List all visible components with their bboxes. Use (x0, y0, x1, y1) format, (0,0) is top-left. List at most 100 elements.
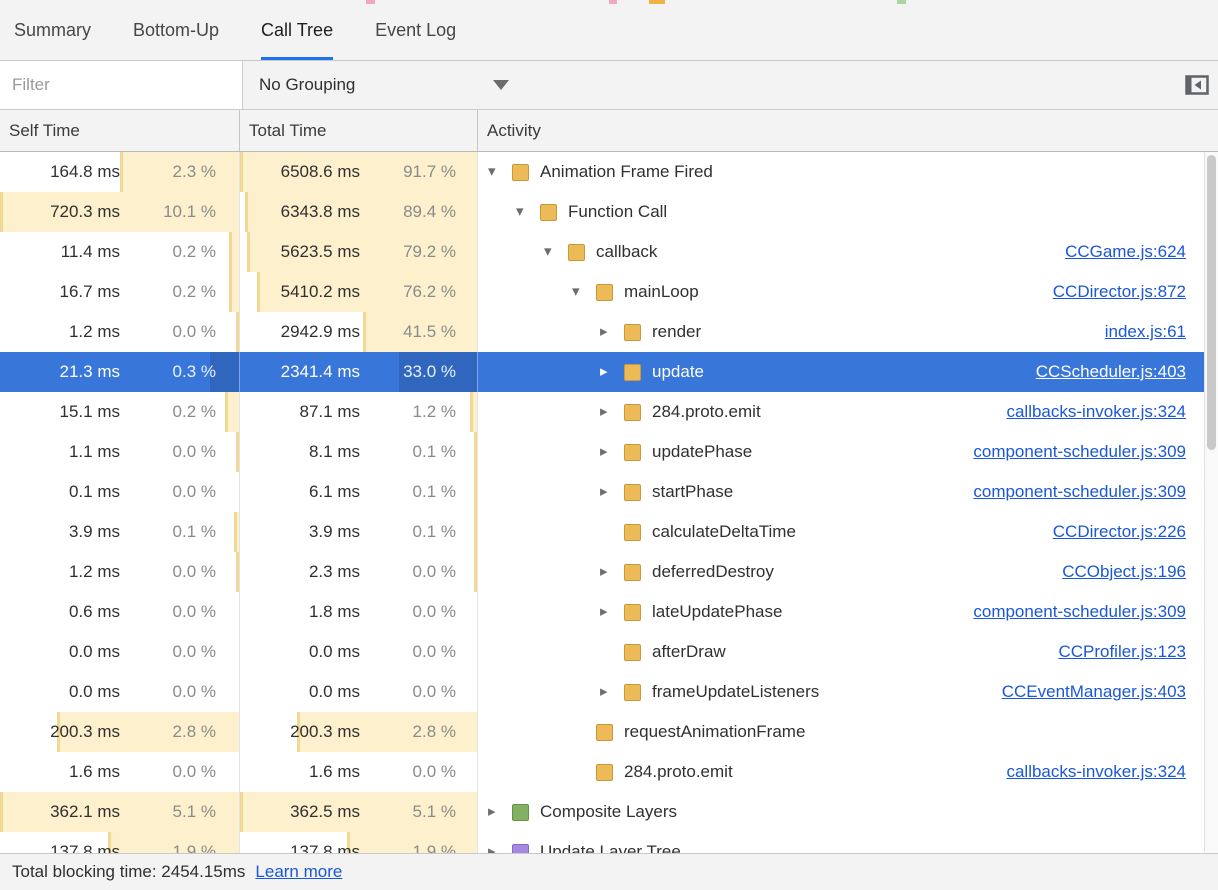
table-row[interactable]: 16.7 ms0.2 %5410.2 ms76.2 %▾mainLoopCCDi… (0, 272, 1204, 312)
table-row[interactable]: 0.1 ms0.0 %6.1 ms0.1 %▸startPhasecompone… (0, 472, 1204, 512)
table-row[interactable]: 0.0 ms0.0 %0.0 ms0.0 %afterDrawCCProfile… (0, 632, 1204, 672)
disclosure-triangle-icon[interactable]: ▸ (600, 392, 624, 432)
source-link[interactable]: callbacks-invoker.js:324 (1006, 752, 1186, 792)
source-link[interactable]: CCObject.js:196 (1062, 552, 1186, 592)
self-time-value: 720.3 ms (0, 192, 120, 232)
activity-cell: ▾Function Call (478, 192, 1204, 232)
source-link[interactable]: component-scheduler.js:309 (973, 432, 1186, 472)
disclosure-triangle-icon[interactable]: ▸ (600, 312, 624, 352)
table-row[interactable]: 0.0 ms0.0 %0.0 ms0.0 %▸frameUpdateListen… (0, 672, 1204, 712)
activity-cell: ▸ render index.js:61 (478, 312, 1204, 352)
disclosure-triangle-icon[interactable]: ▾ (488, 152, 512, 192)
disclosure-triangle-icon[interactable]: ▸ (488, 832, 512, 853)
status-bar: Total blocking time: 2454.15ms Learn mor… (0, 853, 1218, 890)
self-time-percent: 5.1 % (120, 792, 216, 832)
disclosure-triangle-icon[interactable]: ▸ (600, 672, 624, 712)
source-link[interactable]: CCProfiler.js:123 (1058, 632, 1186, 672)
column-header-activity[interactable]: Activity (478, 110, 1218, 151)
category-swatch-icon (596, 724, 613, 741)
source-link[interactable]: component-scheduler.js:309 (973, 592, 1186, 632)
source-link[interactable]: component-scheduler.js:309 (973, 472, 1186, 512)
table-row[interactable]: 21.3 ms0.3 %2341.4 ms33.0 %▸updateCCSche… (0, 352, 1204, 392)
grouping-select[interactable]: No Grouping (243, 61, 525, 109)
activity-cell: ▸284.proto.emitcallbacks-invoker.js:324 (478, 392, 1204, 432)
vertical-scrollbar[interactable] (1204, 152, 1218, 853)
disclosure-triangle-icon[interactable]: ▸ (600, 592, 624, 632)
category-swatch-icon (540, 204, 557, 221)
total-time-percent: 33.0 % (360, 352, 456, 392)
self-time-percent: 0.3 % (120, 352, 216, 392)
source-link[interactable]: callbacks-invoker.js:324 (1006, 392, 1186, 432)
scrollbar-thumb[interactable] (1207, 155, 1216, 450)
category-swatch-icon (624, 484, 641, 501)
activity-label: render (652, 312, 701, 352)
table-row[interactable]: 1.2 ms0.0 %2942.9 ms41.5 % ▸ render index.j… (0, 312, 1204, 352)
activity-label: startPhase (652, 472, 733, 512)
disclosure-triangle-icon[interactable]: ▾ (516, 192, 540, 232)
disclosure-triangle-icon[interactable]: ▸ (600, 472, 624, 512)
self-time-cell: 137.8 ms1.9 % (0, 832, 240, 853)
self-time-value: 0.6 ms (0, 592, 120, 632)
activity-label: Composite Layers (540, 792, 677, 832)
self-time-value: 21.3 ms (0, 352, 120, 392)
self-time-percent: 0.1 % (120, 512, 216, 552)
disclosure-triangle-icon[interactable]: ▾ (544, 232, 568, 272)
self-time-percent: 0.2 % (120, 272, 216, 312)
self-time-value: 1.2 ms (0, 312, 120, 352)
total-time-value: 6.1 ms (240, 472, 360, 512)
activity-cell: requestAnimationFrame (478, 712, 1204, 752)
column-header-self-time[interactable]: Self Time (0, 110, 240, 151)
tab-summary[interactable]: Summary (14, 0, 91, 60)
total-time-percent: 0.1 % (360, 472, 456, 512)
table-row[interactable]: 0.6 ms0.0 %1.8 ms0.0 %▸lateUpdatePhaseco… (0, 592, 1204, 632)
self-time-value: 0.0 ms (0, 632, 120, 672)
table-row[interactable]: 15.1 ms0.2 %87.1 ms1.2 %▸284.proto.emitc… (0, 392, 1204, 432)
source-link[interactable]: CCScheduler.js:403 (1036, 352, 1186, 392)
category-swatch-icon (624, 604, 641, 621)
table-row[interactable]: 164.8 ms2.3 %6508.6 ms91.7 %▾Animation F… (0, 152, 1204, 192)
total-time-value: 3.9 ms (240, 512, 360, 552)
table-row[interactable]: 720.3 ms10.1 %6343.8 ms89.4 %▾Function C… (0, 192, 1204, 232)
activity-label: mainLoop (624, 272, 699, 312)
total-time-cell: 2341.4 ms33.0 % (240, 352, 478, 392)
column-header-total-time[interactable]: Total Time (240, 110, 478, 151)
table-row[interactable]: 1.2 ms0.0 %2.3 ms0.0 %▸deferredDestroyCC… (0, 552, 1204, 592)
total-time-cell: 8.1 ms0.1 % (240, 432, 478, 472)
activity-label: lateUpdatePhase (652, 592, 782, 632)
total-time-cell: 137.8 ms1.9 % (240, 832, 478, 853)
tab-bottom-up[interactable]: Bottom-Up (133, 0, 219, 60)
category-swatch-icon (624, 404, 641, 421)
activity-cell: ▸deferredDestroyCCObject.js:196 (478, 552, 1204, 592)
tab-call-tree[interactable]: Call Tree (261, 0, 333, 60)
total-time-value: 5410.2 ms (240, 272, 360, 312)
source-link[interactable]: CCDirector.js:226 (1053, 512, 1186, 552)
disclosure-triangle-icon[interactable]: ▸ (600, 552, 624, 592)
disclosure-triangle-icon[interactable]: ▾ (572, 272, 596, 312)
disclosure-triangle-icon[interactable]: ▸ (488, 792, 512, 832)
disclosure-triangle-icon[interactable]: ▸ (600, 352, 624, 392)
table-row[interactable]: 200.3 ms2.8 %200.3 ms2.8 %requestAnimati… (0, 712, 1204, 752)
tab-event-log[interactable]: Event Log (375, 0, 456, 60)
table-row[interactable]: 11.4 ms0.2 %5623.5 ms79.2 %▾callbackCCGa… (0, 232, 1204, 272)
disclosure-triangle-icon[interactable]: ▸ (600, 432, 624, 472)
panel-tab-strip: Summary Bottom-Up Call Tree Event Log (0, 0, 1218, 61)
total-time-cell: 2942.9 ms41.5 % (240, 312, 478, 352)
learn-more-link[interactable]: Learn more (255, 862, 342, 882)
activity-cell: ▸ Composite Layers (478, 792, 1204, 832)
table-row[interactable]: 3.9 ms0.1 %3.9 ms0.1 %calculateDeltaTime… (0, 512, 1204, 552)
table-row[interactable]: 362.1 ms5.1 %362.5 ms5.1 %▸Composite Lay… (0, 792, 1204, 832)
source-link[interactable]: CCEventManager.js:403 (1002, 672, 1186, 712)
total-time-value: 2341.4 ms (240, 352, 360, 392)
show-heaviest-stack-button[interactable] (1181, 70, 1213, 100)
table-row[interactable]: 1.1 ms0.0 %8.1 ms0.1 %▸updatePhasecompon… (0, 432, 1204, 472)
self-time-value: 164.8 ms (0, 152, 120, 192)
self-time-cell: 1.2 ms0.0 % (0, 312, 240, 352)
timeline-remnant (609, 0, 617, 4)
total-time-percent: 0.1 % (360, 512, 456, 552)
source-link[interactable]: CCGame.js:624 (1065, 232, 1186, 272)
table-row[interactable]: 1.6 ms0.0 %1.6 ms0.0 %284.proto.emitcall… (0, 752, 1204, 792)
source-link[interactable]: CCDirector.js:872 (1053, 272, 1186, 312)
source-link[interactable]: index.js:61 (1105, 312, 1186, 352)
table-row[interactable]: 137.8 ms1.9 %137.8 ms1.9 %▸Update Layer … (0, 832, 1204, 853)
filter-input[interactable] (0, 61, 243, 109)
